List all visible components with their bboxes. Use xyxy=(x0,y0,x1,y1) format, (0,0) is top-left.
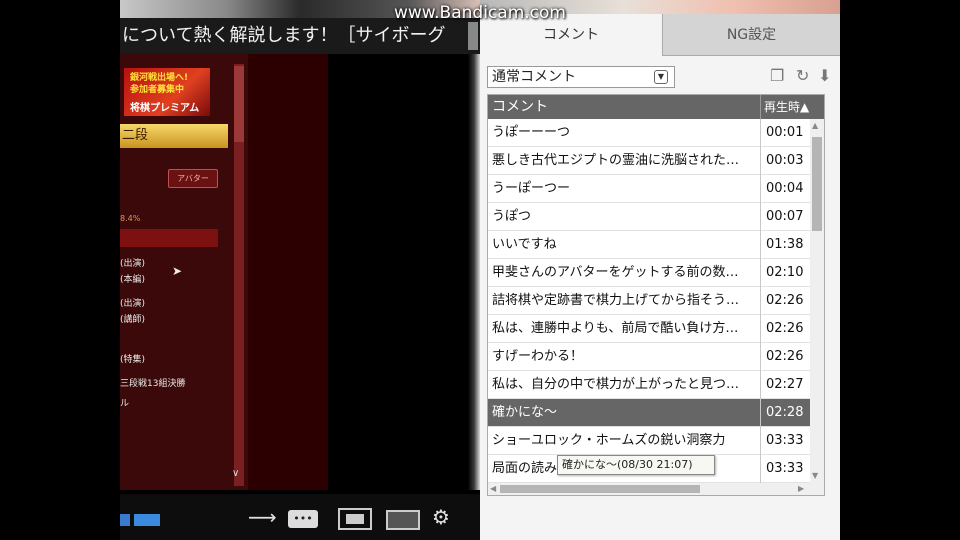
recorder-watermark: www.Bandicam.com xyxy=(394,3,566,23)
video-dark-area xyxy=(248,54,328,490)
comment-row[interactable]: 甲斐さんのアバターをゲットする前の数… 02:10 xyxy=(488,259,824,287)
column-header-comment[interactable]: コメント xyxy=(492,95,548,119)
comment-row[interactable]: 私は、連勝中よりも、前局で酷い負け方… 02:26 xyxy=(488,315,824,343)
comment-row[interactable]: うぽーーーつ 00:01 xyxy=(488,119,824,147)
tab-ng-settings[interactable]: NG設定 xyxy=(662,14,840,56)
horizontal-scrollbar[interactable]: ◀ ▶ xyxy=(488,483,824,495)
comment-time: 03:33 xyxy=(766,461,804,476)
chevron-right-icon[interactable]: ▶ xyxy=(798,483,804,495)
comment-time: 02:28 xyxy=(766,405,804,420)
comment-text: 詰将棋や定跡書で棋力上げてから指そう… xyxy=(492,293,740,308)
background-strip xyxy=(840,0,960,540)
download-icon[interactable]: ⬇ xyxy=(818,66,831,86)
page-link: 三段戦13組決勝 xyxy=(120,379,186,389)
arrow-right-icon[interactable]: ⟶ xyxy=(248,506,277,528)
comment-time: 02:10 xyxy=(766,265,804,280)
banner-line: 将棋プレミアム xyxy=(130,103,200,114)
mouse-cursor-icon: ➤ xyxy=(172,264,183,278)
comment-row[interactable]: 確かにな〜 02:28 xyxy=(488,399,824,427)
highlight-row xyxy=(120,229,218,247)
comment-text: 私は、自分の中で棋力が上がったと見つ… xyxy=(492,377,740,392)
comment-row[interactable]: 私は、自分の中で棋力が上がったと見つ… 02:27 xyxy=(488,371,824,399)
page-link: ル xyxy=(120,399,130,409)
vertical-scrollbar[interactable]: ▲ ▼ xyxy=(810,119,824,483)
fullscreen-icon[interactable] xyxy=(386,510,420,530)
comment-panel: コメント NG設定 通常コメント ▼ ❐ ↻ ⬇ コメント 再生時▲ うぽーーー… xyxy=(480,14,840,540)
comment-text: ショーユロック・ホームズの鋭い洞察力 xyxy=(492,433,726,448)
dan-rank-bar: 二段 xyxy=(120,124,228,148)
page-scrollbar-thumb xyxy=(234,66,244,142)
screen-size-icon-inner xyxy=(346,514,364,524)
comment-text: 私は、連勝中よりも、前局で酷い負け方… xyxy=(492,321,739,336)
comment-time: 02:26 xyxy=(766,349,804,364)
copy-icon[interactable]: ❐ xyxy=(770,66,784,86)
chevron-down-icon: ▼ xyxy=(654,70,668,84)
volume-slider[interactable] xyxy=(134,514,160,526)
reload-icon[interactable]: ↻ xyxy=(796,66,809,86)
comment-rows: うぽーーーつ 00:01 悪しき古代エジプトの霊油に洗脳された… 00:03 うーぽーつ… xyxy=(488,119,824,483)
comment-type-value: 通常コメント xyxy=(492,69,576,85)
comment-time: 02:26 xyxy=(766,293,804,308)
vertical-scrollbar-thumb[interactable] xyxy=(812,137,822,231)
horizontal-scrollbar-thumb[interactable] xyxy=(500,485,700,493)
comment-row[interactable]: ショーユロック・ホームズの鋭い洞察力 03:33 xyxy=(488,427,824,455)
header-divider xyxy=(760,95,761,119)
comment-text: うーぽーつー xyxy=(492,181,571,196)
chevron-up-icon[interactable]: ▲ xyxy=(812,121,818,130)
page-link: (講師) xyxy=(120,315,146,325)
chevron-down-icon: ∨ xyxy=(232,468,240,479)
comment-time: 00:01 xyxy=(766,125,804,140)
comment-row[interactable]: いいですね 01:38 xyxy=(488,231,824,259)
comment-row[interactable]: 詰将棋や定跡書で棋力上げてから指そう… 02:26 xyxy=(488,287,824,315)
avatar-button: アバター xyxy=(168,169,218,188)
column-divider xyxy=(760,119,761,485)
comment-row[interactable]: うーぽーつー 00:04 xyxy=(488,175,824,203)
event-banner: 銀河戦出場へ! 参加者募集中 将棋プレミアム xyxy=(124,68,210,116)
video-edge xyxy=(468,54,480,490)
page-link: (出演) xyxy=(120,299,146,309)
comment-time: 01:38 xyxy=(766,237,804,252)
comment-toggle-icon[interactable]: ••• xyxy=(288,510,318,528)
comment-row[interactable]: すげーわかる！ 02:26 xyxy=(488,343,824,371)
page-link: (出演) xyxy=(120,259,146,269)
comment-text: 甲斐さんのアバターをゲットする前の数… xyxy=(492,265,739,280)
comment-list: コメント 再生時▲ うぽーーーつ 00:01 悪しき古代エジプトの霊油に洗脳された…… xyxy=(487,94,825,496)
percent-text: 8.4% xyxy=(120,214,141,223)
comment-list-header: コメント 再生時▲ xyxy=(488,95,824,119)
comment-tooltip: 確かにな〜(08/30 21:07) xyxy=(557,455,715,475)
comment-time: 02:27 xyxy=(766,377,804,392)
comment-text: うぽつ xyxy=(492,209,532,224)
page-link: (本編) xyxy=(120,275,146,285)
comment-row[interactable]: うぽつ 00:07 xyxy=(488,203,824,231)
volume-slider-thumb[interactable] xyxy=(120,514,130,526)
gear-icon[interactable]: ⚙ xyxy=(432,506,450,528)
video-title: について熱く解説します！［サイボーグ xyxy=(120,18,480,54)
title-edge xyxy=(468,22,478,50)
video-player[interactable]: について熱く解説します！［サイボーグ 銀河戦出場へ! 参加者募集中 将棋プレミア… xyxy=(120,0,480,540)
player-controls: ⟶ ••• ⚙ xyxy=(120,494,480,540)
comment-time: 00:04 xyxy=(766,181,804,196)
page-link: (特集) xyxy=(120,355,146,365)
comment-time: 00:07 xyxy=(766,209,804,224)
chevron-left-icon[interactable]: ◀ xyxy=(490,483,496,495)
comment-text: いいですね xyxy=(492,237,557,252)
comment-time: 00:03 xyxy=(766,153,804,168)
chevron-down-icon[interactable]: ▼ xyxy=(812,471,818,480)
comment-row[interactable]: 悪しき古代エジプトの霊油に洗脳された… 00:03 xyxy=(488,147,824,175)
column-header-time[interactable]: 再生時▲ xyxy=(764,95,809,119)
comment-type-select[interactable]: 通常コメント ▼ xyxy=(487,66,675,88)
shogi-page-capture: 銀河戦出場へ! 参加者募集中 将棋プレミアム 二段 アバター 8.4% (出演)… xyxy=(120,54,248,490)
comment-text: 確かにな〜 xyxy=(492,405,558,420)
comment-text: うぽーーーつ xyxy=(492,125,571,140)
comment-text: すげーわかる！ xyxy=(492,349,584,364)
video-black-area xyxy=(328,54,468,490)
comment-time: 03:33 xyxy=(766,433,804,448)
comment-text: 悪しき古代エジプトの霊油に洗脳された… xyxy=(492,153,740,168)
comment-time: 02:26 xyxy=(766,321,804,336)
banner-line: 参加者募集中 xyxy=(130,85,185,95)
